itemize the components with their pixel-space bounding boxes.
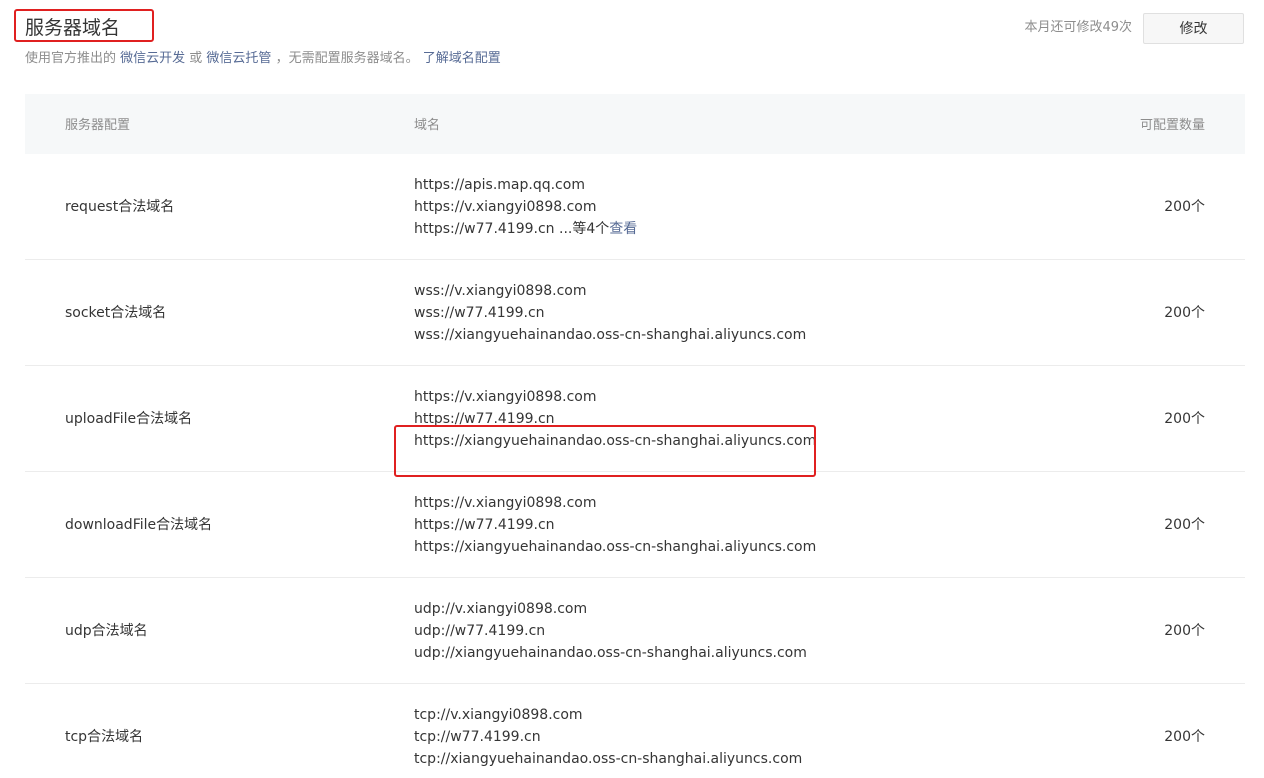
domain-entry: wss://w77.4199.cn	[414, 305, 545, 321]
row-domains: https://apis.map.qq.com https://v.xiangy…	[414, 174, 637, 240]
row-name: socket合法域名	[65, 305, 167, 321]
table-row-downloadfile: downloadFile合法域名 https://v.xiangyi0898.c…	[25, 472, 1245, 578]
table-row-socket: socket合法域名 wss://v.xiangyi0898.com wss:/…	[25, 260, 1245, 366]
row-domains: wss://v.xiangyi0898.com wss://w77.4199.c…	[414, 280, 806, 346]
row-count: 200个	[1164, 517, 1205, 533]
domain-entry: wss://v.xiangyi0898.com	[414, 283, 587, 299]
domain-entry: tcp://v.xiangyi0898.com	[414, 707, 583, 723]
row-name: uploadFile合法域名	[65, 411, 193, 427]
subtitle-or: 或	[185, 51, 207, 66]
domain-entry: https://v.xiangyi0898.com	[414, 389, 597, 405]
more-count-text: ...等4个	[554, 221, 610, 237]
domain-entry: https://w77.4199.cn	[414, 411, 555, 427]
row-domains: udp://v.xiangyi0898.com udp://w77.4199.c…	[414, 598, 807, 664]
table-header: 服务器配置 域名 可配置数量	[25, 94, 1245, 154]
page-subtitle: 使用官方推出的 微信云开发 或 微信云托管 ，无需配置服务器域名。 了解域名配置	[25, 49, 501, 69]
row-domains: https://v.xiangyi0898.com https://w77.41…	[414, 386, 816, 452]
server-domain-page: 服务器域名 使用官方推出的 微信云开发 或 微信云托管 ，无需配置服务器域名。 …	[0, 0, 1264, 778]
domain-entry: https://xiangyuehainandao.oss-cn-shangha…	[414, 433, 817, 449]
row-name: tcp合法域名	[65, 729, 144, 745]
weixin-cloud-hosting-link[interactable]: 微信云托管	[206, 51, 271, 66]
row-count: 200个	[1164, 305, 1205, 321]
domain-entry: udp://v.xiangyi0898.com	[414, 601, 588, 617]
domain-entry: https://v.xiangyi0898.com	[414, 199, 597, 215]
edit-button[interactable]: 修改	[1143, 13, 1244, 44]
domain-entry: tcp://w77.4199.cn	[414, 729, 541, 745]
row-count: 200个	[1164, 199, 1205, 215]
column-header-server-config: 服务器配置	[65, 118, 131, 133]
row-count: 200个	[1164, 729, 1205, 745]
column-header-count: 可配置数量	[1139, 118, 1205, 133]
domain-table: 服务器配置 域名 可配置数量 request合法域名 https://apis.…	[25, 94, 1245, 778]
learn-domain-config-link[interactable]: 了解域名配置	[423, 51, 501, 66]
domain-entry: https://w77.4199.cn	[414, 221, 555, 237]
domain-entry: udp://xiangyuehainandao.oss-cn-shanghai.…	[414, 645, 807, 661]
domain-entry: wss://xiangyuehainandao.oss-cn-shanghai.…	[414, 327, 807, 343]
row-count: 200个	[1164, 411, 1205, 427]
row-count: 200个	[1164, 623, 1205, 639]
page-title: 服务器域名	[25, 17, 121, 39]
domain-entry: tcp://xiangyuehainandao.oss-cn-shanghai.…	[414, 751, 803, 767]
row-name: udp合法域名	[65, 623, 148, 639]
domain-entry: https://w77.4199.cn	[414, 517, 555, 533]
subtitle-prefix: 使用官方推出的	[25, 51, 121, 66]
domain-entry: https://apis.map.qq.com	[414, 177, 585, 193]
table-row-uploadfile: uploadFile合法域名 https://v.xiangyi0898.com…	[25, 366, 1245, 472]
table-row-request: request合法域名 https://apis.map.qq.com http…	[25, 154, 1245, 260]
table-row-udp: udp合法域名 udp://v.xiangyi0898.com udp://w7…	[25, 578, 1245, 684]
table-row-tcp: tcp合法域名 tcp://v.xiangyi0898.com tcp://w7…	[25, 684, 1245, 778]
view-more-link[interactable]: 查看	[609, 221, 637, 237]
row-domains: https://v.xiangyi0898.com https://w77.41…	[414, 492, 816, 558]
domain-entry: https://v.xiangyi0898.com	[414, 495, 597, 511]
column-header-domain: 域名	[414, 118, 441, 133]
domain-entry: udp://w77.4199.cn	[414, 623, 546, 639]
remaining-edits-text: 本月还可修改49次	[1024, 20, 1132, 35]
row-name: request合法域名	[65, 199, 175, 215]
row-domains: tcp://v.xiangyi0898.com tcp://w77.4199.c…	[414, 704, 802, 770]
domain-entry: https://xiangyuehainandao.oss-cn-shangha…	[414, 539, 817, 555]
domain-entry-with-more: https://w77.4199.cn ...等4个查看	[414, 218, 637, 240]
weixin-cloud-dev-link[interactable]: 微信云开发	[120, 51, 185, 66]
row-name: downloadFile合法域名	[65, 517, 213, 533]
subtitle-suffix: ，无需配置服务器域名。	[271, 51, 423, 66]
